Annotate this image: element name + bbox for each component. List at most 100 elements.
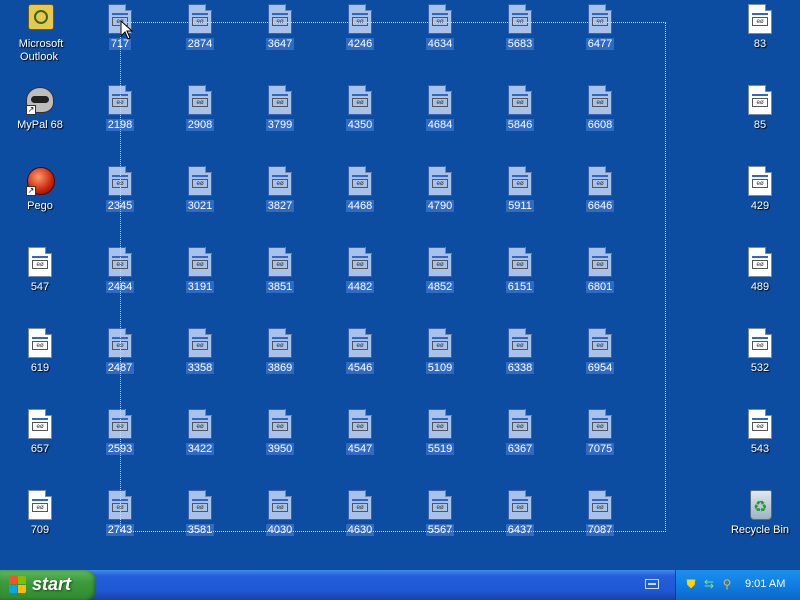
desktop-icon[interactable]: eø 6367 (482, 407, 558, 483)
desktop-icon[interactable]: eø 4030 (242, 488, 318, 564)
desktop-icon[interactable]: eø 543 (722, 407, 798, 483)
html-file-icon: eø (264, 247, 296, 279)
desktop-icon-label: 4684 (425, 119, 455, 131)
desktop-icon[interactable]: eø 2487 (82, 326, 158, 402)
html-file-icon: eø (344, 4, 376, 36)
desktop-icon-label: 547 (30, 281, 50, 293)
desktop-icon-label: 3827 (265, 200, 295, 212)
desktop-icon[interactable]: eø 3799 (242, 83, 318, 159)
desktop-icon[interactable]: eø 3358 (162, 326, 238, 402)
desktop-icon[interactable]: eø 3851 (242, 245, 318, 321)
desktop-icon[interactable]: eø 4684 (402, 83, 478, 159)
start-button[interactable]: start (0, 570, 96, 600)
keyboard-icon[interactable] (645, 579, 659, 589)
network-icon[interactable]: ⇆ (702, 577, 716, 591)
desktop-icon[interactable]: eø 489 (722, 245, 798, 321)
html-file-icon: eø (184, 328, 216, 360)
desktop-icon[interactable]: eø 2345 (82, 164, 158, 240)
html-file-icon: eø (344, 409, 376, 441)
desktop-icon[interactable]: Recycle Bin (722, 488, 798, 564)
desktop-icon[interactable]: eø 547 (2, 245, 78, 321)
desktop-icon[interactable]: eø 5519 (402, 407, 478, 483)
desktop[interactable]: Microsoft Outlook ↗ MyPal 68 ↗ Pego eø 547 eø 61… (0, 0, 800, 570)
desktop-icon[interactable]: eø 3191 (162, 245, 238, 321)
desktop-icon[interactable]: eø 6437 (482, 488, 558, 564)
html-file-icon: eø (344, 490, 376, 522)
html-file-icon: eø (744, 409, 776, 441)
desktop-icon[interactable]: eø 6646 (562, 164, 638, 240)
desktop-icon[interactable]: eø 657 (2, 407, 78, 483)
desktop-icon[interactable]: eø 4630 (322, 488, 398, 564)
desktop-icon[interactable]: ↗ MyPal 68 (2, 83, 78, 159)
desktop-icon[interactable]: eø 717 (82, 2, 158, 78)
security-shield-icon[interactable]: ⛊ (684, 577, 698, 591)
desktop-icon[interactable]: Microsoft Outlook (2, 2, 78, 78)
desktop-icon[interactable]: eø 3021 (162, 164, 238, 240)
desktop-icon[interactable]: eø 6608 (562, 83, 638, 159)
desktop-icon[interactable]: eø 6477 (562, 2, 638, 78)
desktop-icon[interactable]: eø 2874 (162, 2, 238, 78)
desktop-icon-label: 85 (753, 119, 767, 131)
desktop-icon-label: 6367 (505, 443, 535, 455)
desktop-icon[interactable]: eø 2743 (82, 488, 158, 564)
desktop-icon[interactable]: eø 7087 (562, 488, 638, 564)
desktop-icon[interactable]: eø 3950 (242, 407, 318, 483)
desktop-icon[interactable]: eø 3827 (242, 164, 318, 240)
red-ball-shortcut-icon: ↗ (24, 166, 56, 198)
desktop-icon[interactable]: eø 5911 (482, 164, 558, 240)
desktop-icon[interactable]: eø 4547 (322, 407, 398, 483)
desktop-icon[interactable]: eø 709 (2, 488, 78, 564)
desktop-icon[interactable]: eø 4634 (402, 2, 478, 78)
desktop-icon[interactable]: eø 3869 (242, 326, 318, 402)
desktop-icon-label: 429 (750, 200, 770, 212)
desktop-icon[interactable]: eø 6151 (482, 245, 558, 321)
desktop-icon[interactable]: eø 83 (722, 2, 798, 78)
desktop-icon-label: 3191 (185, 281, 215, 293)
desktop-icon[interactable]: eø 2198 (82, 83, 158, 159)
desktop-icon[interactable]: eø 4482 (322, 245, 398, 321)
search-icon[interactable]: ⚲ (720, 577, 734, 591)
html-file-icon: eø (264, 85, 296, 117)
clock[interactable]: 9:01 AM (745, 578, 785, 590)
desktop-icon[interactable]: eø 532 (722, 326, 798, 402)
html-file-icon: eø (24, 247, 56, 279)
desktop-icon[interactable]: eø 4246 (322, 2, 398, 78)
desktop-icon[interactable]: eø 7075 (562, 407, 638, 483)
desktop-icon[interactable]: eø 3647 (242, 2, 318, 78)
desktop-icon[interactable]: eø 6338 (482, 326, 558, 402)
desktop-icon[interactable]: eø 5846 (482, 83, 558, 159)
desktop-icon[interactable]: eø 5567 (402, 488, 478, 564)
desktop-icon[interactable]: eø 6801 (562, 245, 638, 321)
desktop-icon[interactable]: eø 5109 (402, 326, 478, 402)
desktop-icon[interactable]: ↗ Pego (2, 164, 78, 240)
html-file-icon: eø (424, 247, 456, 279)
desktop-icon[interactable]: eø 4350 (322, 83, 398, 159)
desktop-icon-label: 3422 (185, 443, 215, 455)
html-file-icon: eø (344, 247, 376, 279)
desktop-icon[interactable]: eø 4790 (402, 164, 478, 240)
desktop-icon[interactable]: eø 3581 (162, 488, 238, 564)
desktop-icon[interactable]: eø 5683 (482, 2, 558, 78)
desktop-icon[interactable]: eø 3422 (162, 407, 238, 483)
desktop-icon[interactable]: eø 429 (722, 164, 798, 240)
desktop-icon[interactable]: eø 2908 (162, 83, 238, 159)
system-tray: ⛊ ⇆ ⚲ 9:01 AM (675, 570, 800, 600)
desktop-icon-label: 2198 (105, 119, 135, 131)
desktop-icon-label: 489 (750, 281, 770, 293)
desktop-icon-label: 3869 (265, 362, 295, 374)
desktop-icon[interactable]: eø 619 (2, 326, 78, 402)
desktop-icon-label: 2908 (185, 119, 215, 131)
desktop-icon[interactable]: eø 2593 (82, 407, 158, 483)
desktop-icon[interactable]: eø 2464 (82, 245, 158, 321)
desktop-icon[interactable]: eø 6954 (562, 326, 638, 402)
desktop-icon-label: 4468 (345, 200, 375, 212)
html-file-icon: eø (504, 328, 536, 360)
html-file-icon: eø (184, 490, 216, 522)
desktop-icon[interactable]: eø 85 (722, 83, 798, 159)
desktop-icon-label: 4482 (345, 281, 375, 293)
desktop-icon[interactable]: eø 4468 (322, 164, 398, 240)
desktop-icon[interactable]: eø 4852 (402, 245, 478, 321)
html-file-icon: eø (744, 328, 776, 360)
desktop-icon-label: 2874 (185, 38, 215, 50)
desktop-icon[interactable]: eø 4546 (322, 326, 398, 402)
